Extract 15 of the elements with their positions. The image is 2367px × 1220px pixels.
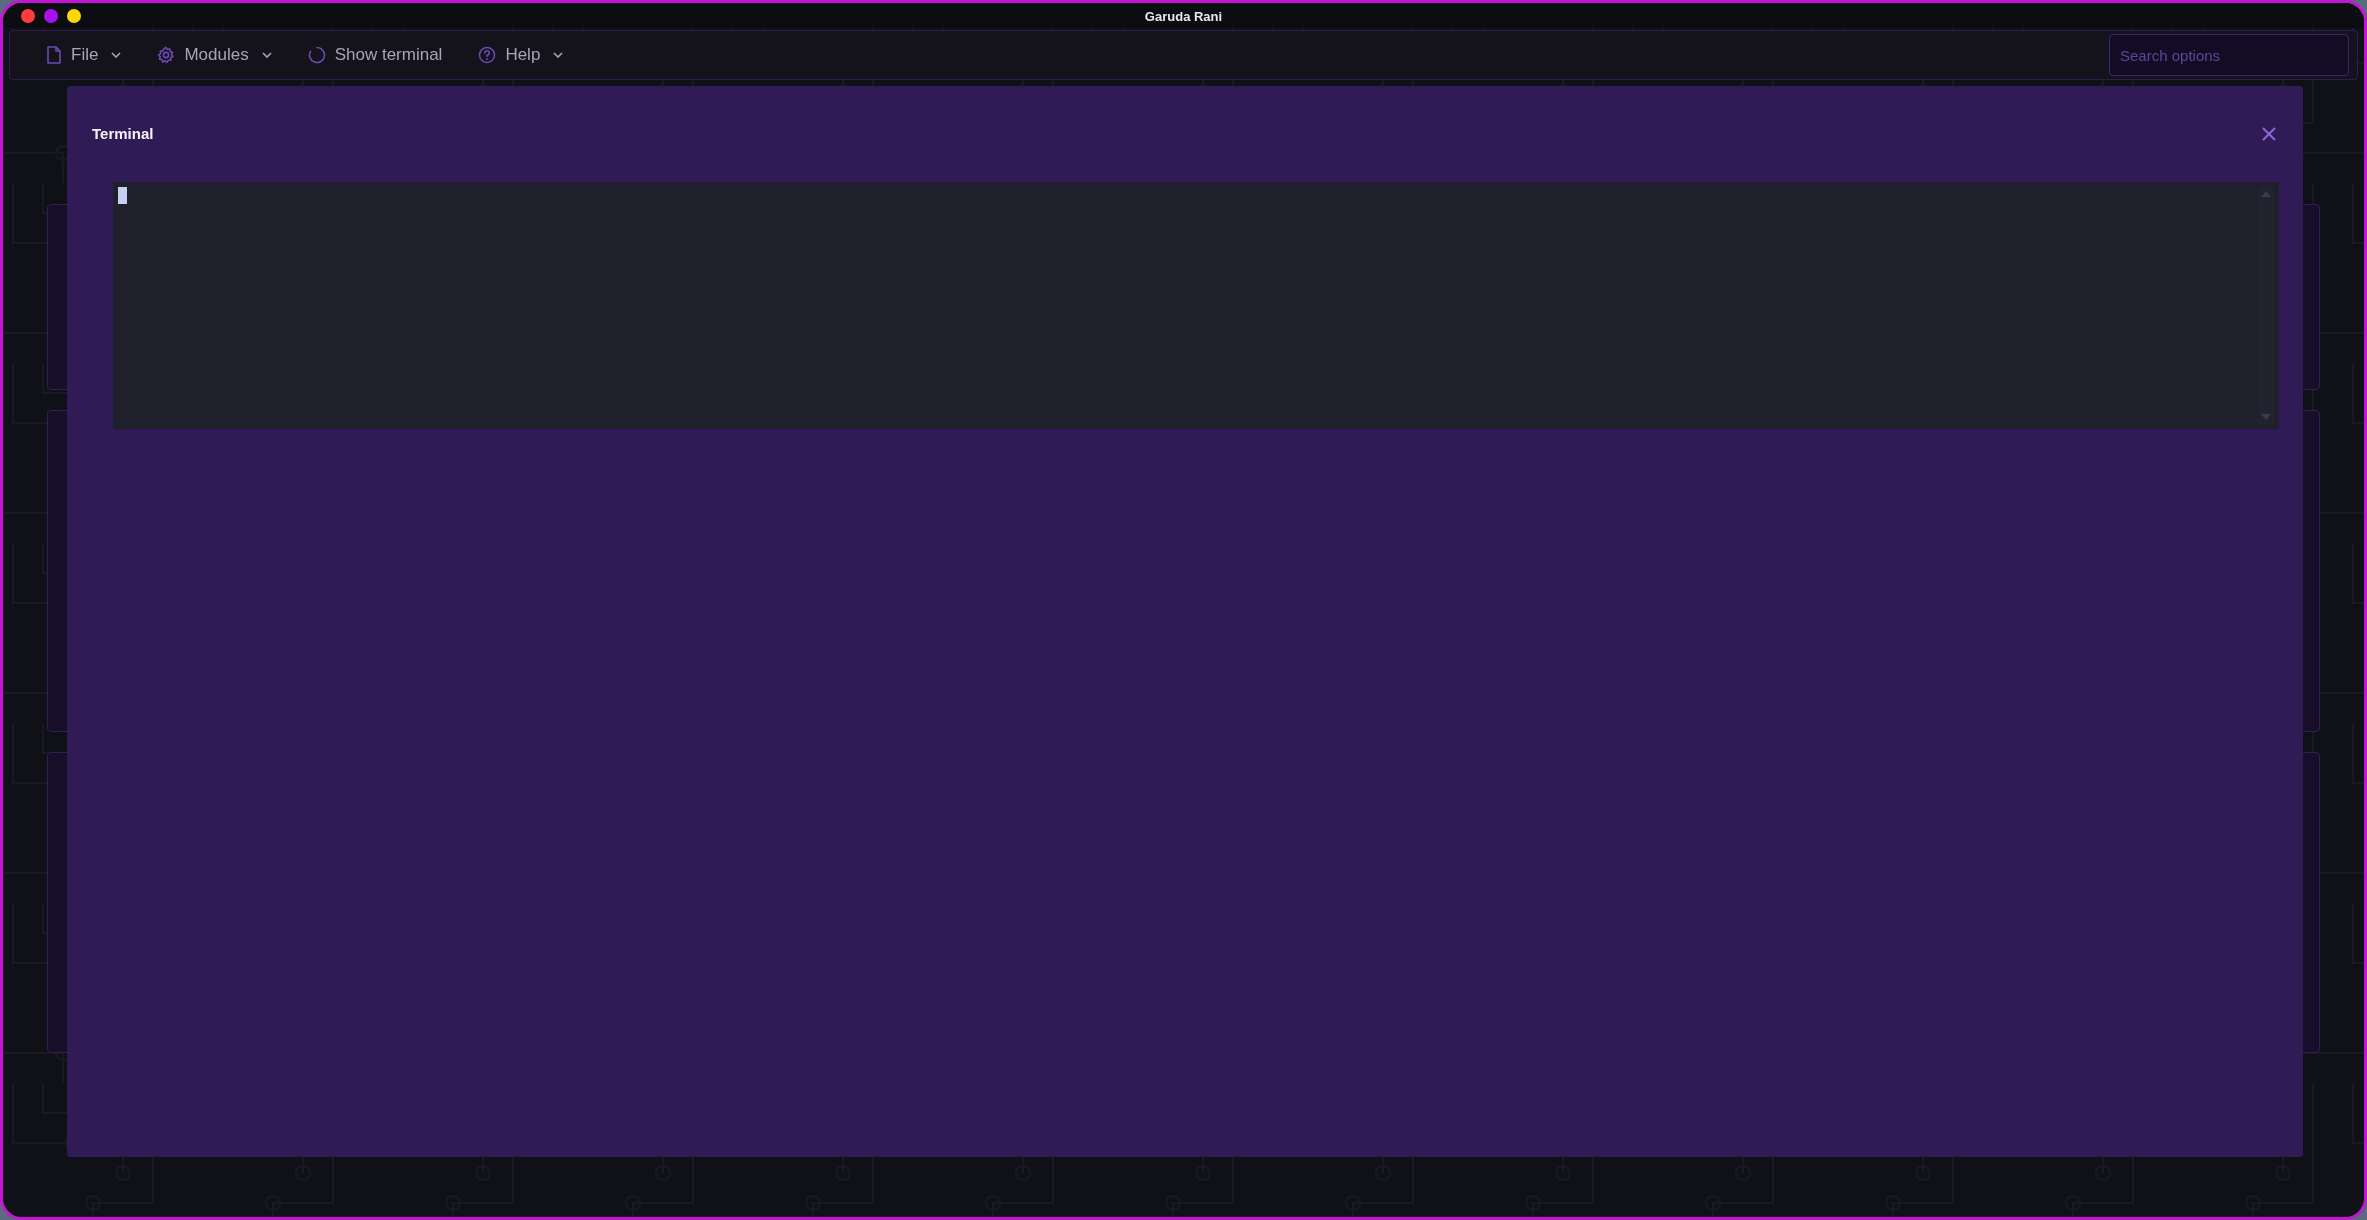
dialog-title: Terminal	[92, 123, 154, 144]
file-icon	[46, 46, 62, 64]
close-icon[interactable]	[2261, 126, 2277, 142]
maximize-window-button[interactable]	[67, 8, 81, 23]
search-field[interactable]: Search options	[2109, 34, 2349, 76]
minimize-window-button[interactable]	[44, 8, 58, 23]
menu-button[interactable]: Modules	[157, 36, 272, 74]
window-title: Garuda Rani	[1144, 8, 1223, 24]
menu-button[interactable]: Help	[478, 36, 564, 74]
menu-button[interactable]: File	[46, 36, 122, 74]
menu-button[interactable]: Show terminal	[307, 36, 443, 74]
gear-icon	[157, 46, 176, 64]
close-window-button[interactable]	[21, 8, 35, 23]
help-icon	[478, 46, 497, 64]
spinner-icon	[307, 46, 326, 64]
